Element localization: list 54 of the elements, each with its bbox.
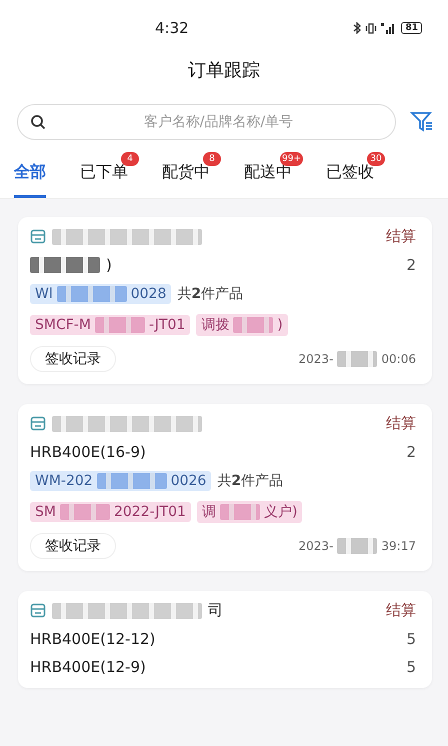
vibrate-icon [365,22,378,34]
product-count: 共2件产品 [177,285,244,303]
product-quantity: 5 [406,630,416,648]
product-name: HRB400E(12-9) [30,658,146,676]
pixelated-redaction [94,317,145,333]
order-status: 结算 [386,414,416,433]
order-time: 00:06 [381,352,416,366]
count-badge: 8 [203,152,221,166]
order-info-tag: SMCF-M -JT01 [30,315,190,335]
store-icon [30,416,46,431]
store-icon [30,229,46,244]
order-date: 2023- [298,352,334,366]
order-status: 结算 [386,227,416,246]
pixelated-redaction [96,473,167,489]
product-name: ) [106,256,112,274]
pixelated-redaction [220,504,260,520]
pixelated-redaction [30,257,100,273]
order-card[interactable]: 结算 ) 2 Wl 0028 共2件产品 SMCF-M -JT01 调拨 ) 签收记录 2023- 00:06 [18,217,432,384]
order-code-tag: WM-202 0026 [30,471,212,491]
count-badge: 30 [367,152,385,166]
bluetooth-icon [353,22,362,34]
battery-level: 81 [401,22,422,34]
store-icon [30,603,46,618]
sign-record-button[interactable]: 签收记录 [30,346,116,372]
order-info-tag: 调 义户) [196,501,302,523]
order-card[interactable]: 结算 HRB400E(16-9) 2 WM-202 0026 共2件产品 SM 2022-JT01 调 义户) 签收记录 2023- 39:17 [18,404,432,571]
pixelated-redaction [337,351,378,367]
product-quantity: 2 [406,256,416,274]
sign-record-button[interactable]: 签收记录 [30,533,116,559]
order-status: 结算 [386,601,416,620]
status-time: 4:32 [155,19,189,37]
count-badge: 4 [121,152,139,166]
pixelated-redaction [60,504,110,520]
search-field[interactable]: 客户名称/品牌名称/单号 [17,104,396,140]
order-time: 39:17 [381,539,416,553]
pixelated-redaction [337,538,378,554]
order-info-tag: 调拨 ) [196,314,288,336]
product-name: HRB400E(16-9) [30,443,146,461]
order-card[interactable]: 司 结算 HRB400E(12-12) 5 HRB400E(12-9) 5 [18,591,432,688]
product-name: HRB400E(12-12) [30,630,156,648]
product-count: 共2件产品 [217,472,284,490]
product-quantity: 2 [406,443,416,461]
order-code-tag: Wl 0028 [30,284,172,304]
filter-icon[interactable] [410,110,434,134]
pixelated-redaction [233,317,274,333]
search-icon [30,114,46,130]
status-tab[interactable]: 全部 [14,162,46,198]
product-quantity: 5 [406,658,416,676]
pixelated-redaction [56,286,127,302]
page-title: 订单跟踪 [187,59,261,83]
count-badge: 99+ [280,152,303,166]
order-date: 2023- [298,539,334,553]
order-info-tag: SM 2022-JT01 [30,502,191,522]
store-name: 司 [208,601,223,620]
